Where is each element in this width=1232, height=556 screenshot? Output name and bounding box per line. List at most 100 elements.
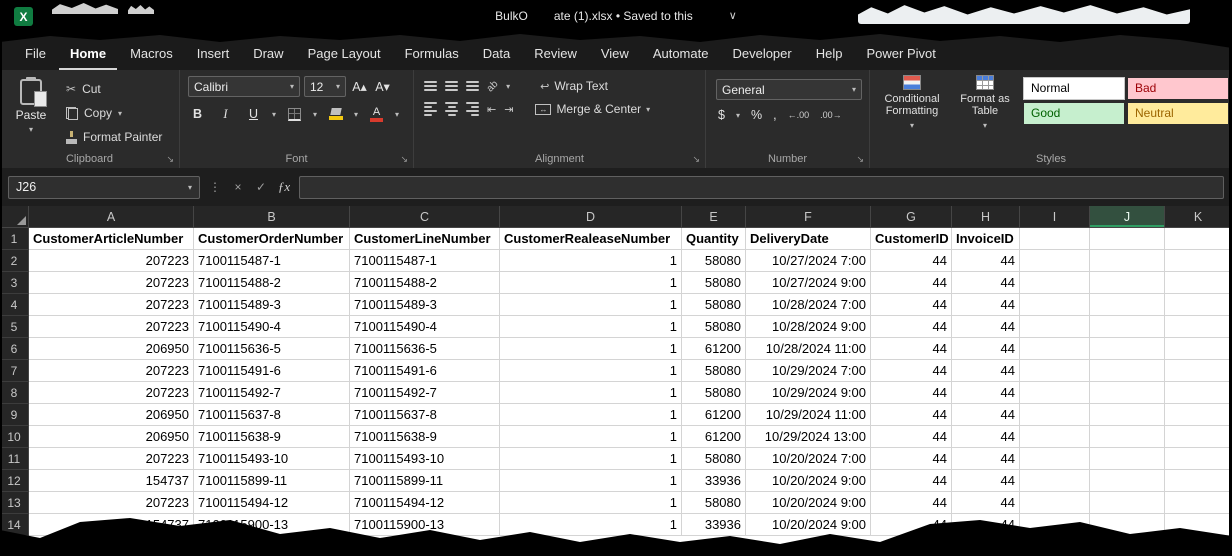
column-header-E[interactable]: E	[682, 206, 746, 228]
align-right-icon[interactable]	[466, 102, 479, 116]
cell-C12[interactable]: 7100115899-11	[350, 470, 500, 492]
cell-K1[interactable]	[1165, 228, 1232, 250]
cell-style-normal[interactable]: Normal	[1024, 78, 1124, 99]
cell-J8[interactable]	[1090, 382, 1165, 404]
tab-developer[interactable]: Developer	[721, 38, 802, 70]
cell-G12[interactable]: 44	[871, 470, 952, 492]
percent-format-button[interactable]: %	[751, 108, 762, 122]
cell-style-neutral[interactable]: Neutral	[1128, 103, 1228, 124]
cell-G2[interactable]: 44	[871, 250, 952, 272]
tab-insert[interactable]: Insert	[186, 38, 241, 70]
cell-G13[interactable]: 44	[871, 492, 952, 514]
align-middle-icon[interactable]	[445, 81, 458, 91]
cell-F1[interactable]: DeliveryDate	[746, 228, 871, 250]
column-header-G[interactable]: G	[871, 206, 952, 228]
align-left-icon[interactable]	[424, 102, 437, 116]
cell-D9[interactable]: 1	[500, 404, 682, 426]
cell-G14[interactable]: 44	[871, 514, 952, 536]
cell-K3[interactable]	[1165, 272, 1232, 294]
column-header-J[interactable]: J	[1090, 206, 1165, 228]
cell-H10[interactable]: 44	[952, 426, 1020, 448]
formula-input[interactable]	[299, 176, 1224, 199]
cell-G10[interactable]: 44	[871, 426, 952, 448]
align-center-icon[interactable]	[445, 102, 458, 116]
merge-center-button[interactable]: ↔ Merge & Center ▾	[535, 102, 650, 116]
cell-E1[interactable]: Quantity	[682, 228, 746, 250]
cell-J7[interactable]	[1090, 360, 1165, 382]
cell-A10[interactable]: 206950	[29, 426, 194, 448]
cell-J9[interactable]	[1090, 404, 1165, 426]
cell-B7[interactable]: 7100115491-6	[194, 360, 350, 382]
cell-C9[interactable]: 7100115637-8	[350, 404, 500, 426]
cell-G4[interactable]: 44	[871, 294, 952, 316]
cell-A6[interactable]: 206950	[29, 338, 194, 360]
cell-I11[interactable]	[1020, 448, 1090, 470]
italic-button[interactable]: I	[216, 104, 235, 124]
cell-F11[interactable]: 10/20/2024 7:00	[746, 448, 871, 470]
cell-E10[interactable]: 61200	[682, 426, 746, 448]
cell-A1[interactable]: CustomerArticleNumber	[29, 228, 194, 250]
cell-K10[interactable]	[1165, 426, 1232, 448]
underline-button[interactable]: U	[244, 104, 263, 124]
tab-help[interactable]: Help	[805, 38, 854, 70]
column-header-B[interactable]: B	[194, 206, 350, 228]
row-header-7[interactable]: 7	[0, 360, 29, 382]
cell-I8[interactable]	[1020, 382, 1090, 404]
conditional-formatting-button[interactable]: Conditional Formatting ▾	[874, 75, 950, 150]
cell-G5[interactable]: 44	[871, 316, 952, 338]
cell-A8[interactable]: 207223	[29, 382, 194, 404]
number-dialog-launcher-icon[interactable]: ↘	[856, 154, 864, 165]
cell-G11[interactable]: 44	[871, 448, 952, 470]
cell-K7[interactable]	[1165, 360, 1232, 382]
row-header-6[interactable]: 6	[0, 338, 29, 360]
cell-K8[interactable]	[1165, 382, 1232, 404]
cell-F8[interactable]: 10/29/2024 9:00	[746, 382, 871, 404]
cell-H4[interactable]: 44	[952, 294, 1020, 316]
cell-K12[interactable]	[1165, 470, 1232, 492]
cell-I9[interactable]	[1020, 404, 1090, 426]
cell-B13[interactable]: 7100115494-12	[194, 492, 350, 514]
cell-H12[interactable]: 44	[952, 470, 1020, 492]
cell-C2[interactable]: 7100115487-1	[350, 250, 500, 272]
row-header-3[interactable]: 3	[0, 272, 29, 294]
cell-E2[interactable]: 58080	[682, 250, 746, 272]
cancel-icon[interactable]: ×	[230, 180, 246, 194]
cell-K2[interactable]	[1165, 250, 1232, 272]
cell-K13[interactable]	[1165, 492, 1232, 514]
orientation-button[interactable]: ab	[485, 78, 501, 94]
cell-style-good[interactable]: Good	[1024, 103, 1124, 124]
cell-A5[interactable]: 207223	[29, 316, 194, 338]
cell-J13[interactable]	[1090, 492, 1165, 514]
cell-K4[interactable]	[1165, 294, 1232, 316]
cell-E13[interactable]: 58080	[682, 492, 746, 514]
cell-J6[interactable]	[1090, 338, 1165, 360]
cell-K9[interactable]	[1165, 404, 1232, 426]
cell-J14[interactable]	[1090, 514, 1165, 536]
tab-file[interactable]: File	[14, 38, 57, 70]
cell-H5[interactable]: 44	[952, 316, 1020, 338]
currency-format-button[interactable]: $	[718, 108, 725, 122]
cell-I12[interactable]	[1020, 470, 1090, 492]
cell-K14[interactable]	[1165, 514, 1232, 536]
cell-J12[interactable]	[1090, 470, 1165, 492]
font-size-combobox[interactable]: 12 ▾	[304, 76, 346, 97]
cell-B4[interactable]: 7100115489-3	[194, 294, 350, 316]
cell-E7[interactable]: 58080	[682, 360, 746, 382]
row-header-12[interactable]: 12	[0, 470, 29, 492]
cell-D10[interactable]: 1	[500, 426, 682, 448]
row-header-11[interactable]: 11	[0, 448, 29, 470]
column-header-K[interactable]: K	[1165, 206, 1232, 228]
tab-draw[interactable]: Draw	[242, 38, 294, 70]
cell-A4[interactable]: 207223	[29, 294, 194, 316]
cell-C14[interactable]: 7100115900-13	[350, 514, 500, 536]
cell-C13[interactable]: 7100115494-12	[350, 492, 500, 514]
cell-B3[interactable]: 7100115488-2	[194, 272, 350, 294]
cell-G9[interactable]: 44	[871, 404, 952, 426]
cell-E3[interactable]: 58080	[682, 272, 746, 294]
cell-A3[interactable]: 207223	[29, 272, 194, 294]
column-header-H[interactable]: H	[952, 206, 1020, 228]
cell-F3[interactable]: 10/27/2024 9:00	[746, 272, 871, 294]
cell-H11[interactable]: 44	[952, 448, 1020, 470]
row-header-4[interactable]: 4	[0, 294, 29, 316]
cell-B14[interactable]: 7100115900-13	[194, 514, 350, 536]
